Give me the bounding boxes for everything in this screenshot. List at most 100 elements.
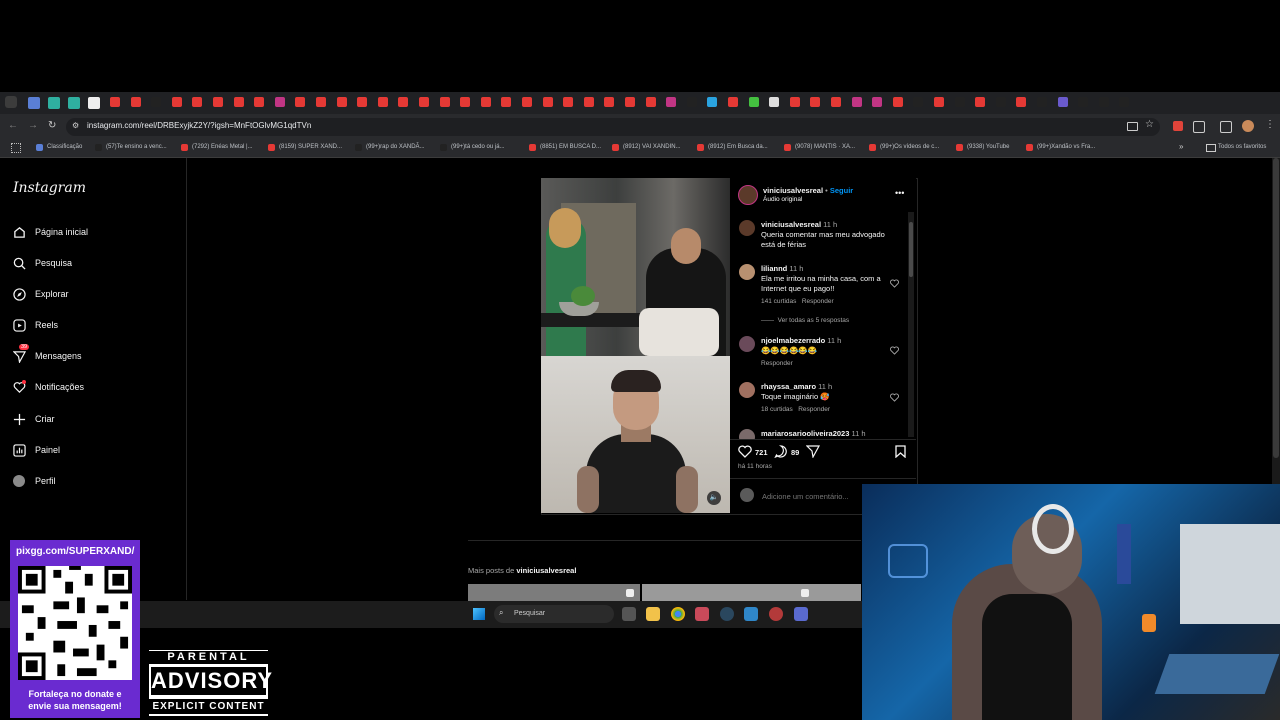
tab-favicon[interactable] [68,97,80,109]
tab-favicon[interactable] [110,97,120,107]
steam-icon[interactable] [720,607,734,621]
save-icon[interactable] [895,445,906,458]
bookmark-link[interactable]: (8159) SUPER XAND... [279,144,342,150]
tab-favicon[interactable] [583,97,594,107]
commenter-avatar[interactable] [739,336,755,352]
tab-favicon[interactable] [522,97,532,107]
bookmarks-overflow-icon[interactable]: » [1179,142,1183,151]
commenter-avatar[interactable] [739,220,755,236]
more-post-thumbnail[interactable] [642,584,861,601]
like-comment-icon[interactable] [890,279,899,288]
tab-favicon[interactable] [789,97,800,107]
like-comment-icon[interactable] [890,393,899,402]
like-count[interactable]: 721 [755,448,768,457]
tab-favicon[interactable] [995,97,1006,107]
tab-favicon[interactable] [831,97,841,107]
bookmark-link[interactable]: (99+)rap do XANDÃ... [366,144,425,150]
tab-favicon[interactable] [357,97,368,107]
bookmark-link[interactable]: (99+)Xandão vs Fra... [1037,144,1095,150]
tab-favicon[interactable] [1057,97,1068,107]
tab-favicon[interactable] [233,97,244,107]
tab-favicon[interactable] [563,97,574,107]
tab-favicon[interactable] [872,97,883,107]
tab-favicon[interactable] [192,97,203,107]
app-icon[interactable] [794,607,808,621]
tab-favicon[interactable] [377,97,388,107]
commenter-avatar[interactable] [739,264,755,280]
reel-video[interactable]: 🔈 [541,178,730,513]
app-icon[interactable] [695,607,709,621]
tab-favicon[interactable] [151,97,162,107]
like-count[interactable]: 141 curtidas [761,298,796,305]
back-icon[interactable]: ← [8,120,18,131]
forward-icon[interactable]: → [28,120,38,131]
reply-link[interactable]: Responder [802,298,834,305]
chrome-icon[interactable] [671,607,685,621]
tab-favicon[interactable] [295,97,306,107]
reply-link[interactable]: Responder [798,406,830,413]
bookmark-link[interactable]: (7292) Enéas Metal |... [192,144,253,150]
share-icon[interactable] [806,445,820,458]
comment-author[interactable]: njoelmabezerrado 11 h [761,336,841,345]
tab-favicon[interactable] [419,97,429,107]
tab-favicon[interactable] [625,97,635,107]
commenter-avatar[interactable] [739,382,755,398]
tab-favicon[interactable] [542,97,553,107]
tab-favicon[interactable] [274,97,285,107]
all-bookmarks-link[interactable]: Todos os favoritos [1218,144,1266,150]
nav-home[interactable]: Página inicial [12,222,88,242]
nav-create[interactable]: Criar [12,409,55,429]
tab-favicon[interactable] [501,97,512,107]
reply-link[interactable]: Responder [761,360,793,367]
author-avatar[interactable] [738,185,758,205]
scrollbar-thumb[interactable] [909,222,913,277]
tab-favicon[interactable] [398,97,409,107]
bookmark-link[interactable]: Classificação [47,144,82,150]
comment-icon[interactable] [774,445,788,458]
comment-author[interactable]: rhayssa_amaro 11 h [761,382,832,391]
commenter-avatar[interactable] [739,429,755,439]
apps-icon[interactable] [11,143,21,153]
bookmark-link[interactable]: (8851) EM BUSCA D... [540,144,601,150]
bookmark-link[interactable]: (99+)tá cedo ou já... [451,144,505,150]
tab-favicon[interactable] [1098,97,1109,107]
comments-scrollbar[interactable] [908,212,914,437]
tab-favicon[interactable] [439,97,450,107]
extension-icon[interactable] [1193,121,1205,133]
tab-favicon[interactable] [28,97,40,109]
tab-favicon[interactable] [48,97,60,109]
tab-favicon[interactable] [934,97,944,107]
more-post-thumbnail[interactable] [468,584,640,601]
install-app-icon[interactable] [1127,122,1138,131]
tab-favicon[interactable] [1119,97,1130,107]
extension-icon[interactable] [1220,121,1232,133]
tab-favicon[interactable] [460,97,471,107]
tab-favicon[interactable] [728,97,738,107]
nav-search[interactable]: Pesquisa [12,253,72,273]
tab-favicon[interactable] [707,97,718,107]
url-text[interactable]: instagram.com/reel/DRBExyjkZ2Y/?igsh=MnF… [87,121,311,130]
tab-favicon[interactable] [254,97,265,107]
tab-favicon[interactable] [1016,97,1027,107]
tab-favicon[interactable] [913,97,924,107]
tab-favicon[interactable] [975,97,986,107]
tab-favicon[interactable] [336,97,347,107]
more-options-icon[interactable]: ••• [895,188,904,198]
bookmark-link[interactable]: (9338) YouTube [967,144,1009,150]
like-icon[interactable] [738,445,752,458]
author-username[interactable]: viniciusalvesreal [763,186,823,195]
reload-icon[interactable]: ↻ [48,120,56,131]
tab-favicon[interactable] [130,97,141,107]
tab-favicon[interactable] [810,97,821,107]
like-comment-icon[interactable] [890,346,899,355]
comment-author[interactable]: viniciusalvesreal 11 h [761,220,837,229]
task-view-icon[interactable] [622,607,636,621]
app-icon[interactable] [744,607,758,621]
bookmark-link[interactable]: (57)Te ensino a venc... [106,144,167,150]
scrollbar-thumb[interactable] [1273,158,1279,458]
bookmark-link[interactable]: (8912) Em Busca da... [708,144,768,150]
nav-messages[interactable]: 39 Mensagens [12,344,82,366]
tab-favicon[interactable] [1037,97,1047,107]
menu-icon[interactable]: ⋮ [1265,119,1275,130]
bookmark-link[interactable]: (8912) VAI XANDIN... [623,144,681,150]
